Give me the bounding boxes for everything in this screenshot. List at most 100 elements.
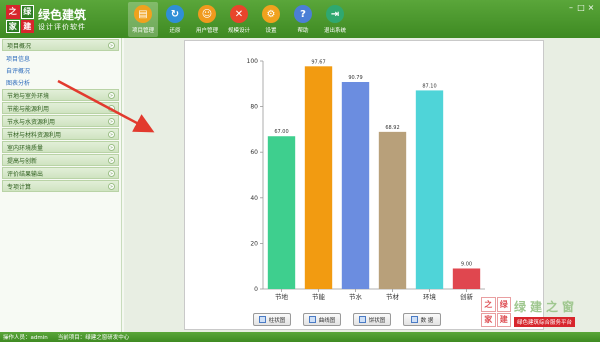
status-bar: 操作人员：admin 当前项目：绿建之窗研发中心 — [0, 332, 600, 342]
x-tick-label: 节能 — [312, 292, 326, 301]
x-tick-label: 创新 — [460, 292, 474, 301]
sidebar-section-label: 节地与室外环境 — [7, 92, 50, 100]
chart-button-label: 饼状图 — [368, 317, 386, 324]
app-subtitle: 设计评价软件 — [38, 23, 86, 31]
chart-button-label: 数 据 — [420, 317, 434, 324]
x-tick-label: 环境 — [423, 292, 437, 301]
sidebar-section-label: 评价结果输出 — [7, 170, 44, 178]
toolbar-label: 帮助 — [297, 28, 309, 34]
toolbar-button-0[interactable]: ▤ 项目管理 — [128, 2, 158, 37]
toolbar-label: 项目管理 — [131, 28, 154, 34]
status-project: 当前项目：绿建之窗研发中心 — [57, 335, 130, 341]
minimize-button[interactable]: – — [566, 3, 576, 12]
expand-icon[interactable]: » — [108, 170, 115, 177]
main-content: 0 20 40 60 80 100 67.00 节地 97.67 节能 90.79 节水 68.92 节材… — [124, 38, 600, 332]
x-tick-label: 节水 — [349, 292, 363, 301]
bar-0 — [267, 136, 296, 289]
sidebar-nav: 项目概况» 项目信息 自评概况 图表分析 节地与室外环境» 节能与能源利用» 节水与水资源利… — [0, 38, 122, 332]
chart-button-1[interactable]: 曲线图 — [303, 313, 341, 326]
sidebar-item[interactable]: 项目信息 — [0, 52, 121, 64]
x-tick-label: 节地 — [275, 292, 289, 301]
sidebar-section[interactable]: 节水与水资源利用 » — [2, 115, 119, 127]
bar-value-label: 90.79 — [348, 75, 362, 81]
bar-value-label: 68.92 — [385, 125, 399, 131]
status-operator: 操作人员：admin — [3, 335, 48, 341]
sidebar-section-label: 项目概况 — [7, 42, 32, 50]
app-title: 绿色建筑 — [38, 8, 87, 22]
y-tick-label: 20 — [250, 240, 258, 247]
sidebar-section-label: 节能与能源利用 — [7, 105, 50, 113]
main-toolbar: ▤ 项目管理 ↻ 还原 ☺ 用户管理 ✕ 规模设计 ⚙ 设置? 帮助 ⇥ 退出系统 — [128, 2, 352, 37]
data-table-icon — [410, 316, 418, 323]
sidebar-section-label: 节材与材料资源利用 — [7, 131, 62, 139]
watermark-logo: 之 绿 家 建 — [481, 297, 511, 327]
y-tick-label: 40 — [250, 195, 258, 202]
toolbar-button-5[interactable]: ? 帮助 — [288, 2, 318, 37]
pie-chart-icon — [358, 316, 366, 323]
watermark-subtitle: 绿色建筑综合服务平台 — [514, 317, 576, 327]
exit-icon: ⇥ — [326, 5, 344, 23]
close-button[interactable]: × — [586, 3, 596, 12]
toolbar-button-2[interactable]: ☺ 用户管理 — [192, 2, 222, 37]
sidebar-section-label: 节水与水资源利用 — [7, 118, 56, 126]
bar-value-label: 87.10 — [422, 83, 436, 89]
bar-3 — [378, 131, 407, 289]
sidebar-section[interactable]: 专项计算 » — [2, 180, 119, 192]
sidebar-section[interactable]: 评价结果输出 » — [2, 167, 119, 179]
watermark-text: 绿建之窗 — [514, 300, 579, 314]
toolbar-button-3[interactable]: ✕ 规模设计 — [224, 2, 254, 37]
y-tick-label: 60 — [250, 149, 258, 156]
refresh-icon: ↻ — [166, 5, 184, 23]
expand-icon[interactable]: » — [108, 105, 115, 112]
help-icon: ? — [294, 5, 312, 23]
toolbar-button-4[interactable]: ⚙ 设置 — [256, 2, 286, 37]
toolbar-button-6[interactable]: ⇥ 退出系统 — [320, 2, 350, 37]
chart-type-buttons: 柱状图 曲线图 饼状图 数 据 — [253, 313, 453, 326]
bar-5 — [452, 268, 481, 289]
toolbar-button-1[interactable]: ↻ 还原 — [160, 2, 190, 37]
chart-panel: 0 20 40 60 80 100 67.00 节地 97.67 节能 90.79 节水 68.92 节材… — [184, 40, 544, 330]
bar-value-label: 97.67 — [311, 59, 325, 65]
gear-icon: ⚙ — [262, 5, 280, 23]
chart-button-label: 曲线图 — [318, 317, 336, 324]
sidebar-section[interactable]: 项目概况 » — [2, 39, 119, 51]
expand-icon[interactable]: » — [108, 131, 115, 138]
bar-value-label: 9.00 — [461, 261, 472, 267]
sidebar-section[interactable]: 节能与能源利用 » — [2, 102, 119, 114]
toolbar-label: 退出系统 — [323, 28, 346, 34]
sidebar-item[interactable]: 图表分析 — [0, 76, 121, 88]
tools-icon: ✕ — [230, 5, 248, 23]
expand-icon[interactable]: » — [108, 157, 115, 164]
watermark: 之 绿 家 建 绿建之窗 绿色建筑综合服务平台 — [481, 297, 596, 331]
sidebar-section[interactable]: 节材与材料资源利用 » — [2, 128, 119, 140]
maximize-button[interactable]: □ — [576, 3, 586, 12]
title-bar: 之 绿 家 建 绿色建筑 设计评价软件 ▤ 项目管理 ↻ 还原 ☺ 用户管理 ✕ 规模设计 ⚙ 设… — [0, 0, 600, 38]
chart-button-2[interactable]: 饼状图 — [353, 313, 391, 326]
expand-icon[interactable]: » — [108, 183, 115, 190]
chart-button-0[interactable]: 柱状图 — [253, 313, 291, 326]
line-chart-icon — [308, 316, 316, 323]
chart-button-label: 柱状图 — [268, 317, 286, 324]
expand-icon[interactable]: » — [108, 42, 115, 49]
sidebar-section[interactable]: 提高与创新 » — [2, 154, 119, 166]
sidebar-section-label: 提高与创新 — [7, 157, 38, 165]
app-logo: 之 绿 家 建 — [6, 5, 34, 33]
users-icon: ☺ — [198, 5, 216, 23]
toolbar-label: 设置 — [265, 28, 277, 34]
sidebar-item[interactable]: 自评概况 — [0, 64, 121, 76]
chart-button-3[interactable]: 数 据 — [403, 313, 441, 326]
sidebar-section-label: 室内环境质量 — [7, 144, 44, 152]
toolbar-label: 还原 — [169, 28, 181, 34]
sidebar-section[interactable]: 节地与室外环境 » — [2, 89, 119, 101]
bar-2 — [341, 81, 370, 289]
expand-icon[interactable]: » — [108, 144, 115, 151]
sidebar-section[interactable]: 室内环境质量 » — [2, 141, 119, 153]
y-tick-label: 0 — [254, 286, 258, 293]
bar-chart: 0 20 40 60 80 100 67.00 节地 97.67 节能 90.79 节水 68.92 节材… — [247, 58, 485, 301]
folder-icon: ▤ — [134, 5, 152, 23]
expand-icon[interactable]: » — [108, 92, 115, 99]
bar-1 — [304, 66, 333, 289]
window-controls: – □ × — [566, 3, 596, 12]
expand-icon[interactable]: » — [108, 118, 115, 125]
bar-4 — [415, 90, 444, 289]
